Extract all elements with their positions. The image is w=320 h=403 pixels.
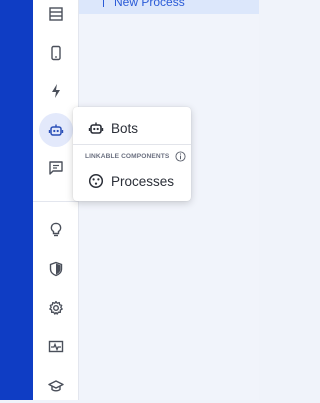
menu-item-bots[interactable]: Bots [73,114,191,142]
new-process-link[interactable]: New Process [103,0,185,9]
sidebar [33,0,79,400]
database-icon [49,7,63,21]
menu-divider [73,144,191,145]
add-icon [103,0,104,7]
app-edge-strip [0,0,33,400]
linkable-components-heading: LINKABLE COMPONENTS [85,153,170,160]
bot-icon [48,124,64,136]
phone-icon [51,45,61,61]
sidebar-item-learning[interactable] [39,369,73,403]
sidebar-item-phone[interactable] [39,36,73,70]
sidebar-item-actions[interactable] [39,74,73,108]
gear-icon [49,300,63,315]
info-icon[interactable] [175,151,186,162]
lightbulb-icon [50,222,62,237]
bot-icon [88,122,104,134]
sidebar-item-database[interactable] [39,0,73,31]
menu-item-processes[interactable]: Processes [73,167,191,195]
sidebar-item-security[interactable] [39,252,73,286]
menu-item-bots-label: Bots [111,120,139,136]
processes-icon [88,173,104,189]
new-process-label: New Process [114,0,185,9]
bots-flyout-menu: Bots LINKABLE COMPONENTS Processes [73,107,191,201]
menu-item-processes-label: Processes [111,173,175,189]
sidebar-item-bots[interactable] [39,113,73,147]
lightning-icon [52,84,60,98]
chat-icon [49,161,63,175]
graduation-cap-icon [48,380,64,392]
sidebar-item-ideas[interactable] [39,213,73,247]
sidebar-item-chat[interactable] [39,151,73,185]
monitor-pulse-icon [48,340,64,353]
sidebar-item-monitoring[interactable] [39,330,73,364]
shield-icon [49,261,63,277]
sidebar-divider [33,201,78,202]
sidebar-item-settings[interactable] [39,291,73,325]
